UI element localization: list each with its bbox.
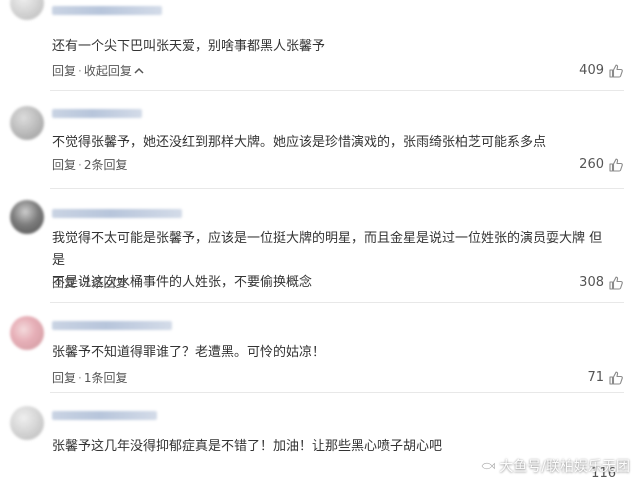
- comment-actions: 回复 · 收起回复: [52, 63, 144, 79]
- separator: ·: [78, 158, 82, 172]
- comment-text: 张馨予这几年没得抑郁症真是不错了！加油！让那些黑心喷子胡心吧: [52, 439, 443, 454]
- comment-text: 还有一个尖下巴叫张天爱，别啥事都黑人张馨予: [52, 39, 326, 54]
- comment-text: 不觉得张馨予，她还没红到那样大牌。她应该是珍惜演戏的，张雨绮张柏芝可能系多点: [52, 135, 547, 150]
- comment-divider: [50, 188, 624, 189]
- reply-button[interactable]: 回复: [52, 370, 76, 386]
- like-button[interactable]: 409: [579, 63, 624, 79]
- view-replies-button[interactable]: 1条回复: [84, 275, 128, 291]
- comment-item: 张馨予不知道得罪谁了？老遭黑。可怜的姑凉！ 回复 · 1条回复 71: [0, 304, 640, 396]
- like-count: 409: [579, 63, 604, 78]
- reply-button[interactable]: 回复: [52, 275, 76, 291]
- thumbs-up-icon: [609, 371, 623, 385]
- username[interactable]: [52, 411, 157, 420]
- separator: ·: [78, 371, 82, 385]
- username[interactable]: [52, 209, 182, 218]
- source-watermark: 大鱼号/联柏娱乐无团: [481, 456, 630, 476]
- like-button[interactable]: 71: [587, 370, 624, 386]
- comment-actions: 回复 · 1条回复: [52, 370, 127, 386]
- username[interactable]: [52, 321, 172, 330]
- like-button[interactable]: 308: [579, 275, 624, 291]
- like-count: 71: [587, 370, 604, 385]
- separator: ·: [78, 276, 82, 290]
- comment-divider: [50, 392, 624, 393]
- user-avatar[interactable]: [10, 406, 44, 440]
- user-avatar[interactable]: [10, 316, 44, 350]
- comment-divider: [50, 302, 624, 303]
- username[interactable]: [52, 109, 142, 118]
- chevron-up-icon: [134, 67, 144, 74]
- view-replies-button[interactable]: 1条回复: [84, 370, 128, 386]
- comment-item: 还有一个尖下巴叫张天爱，别啥事都黑人张馨予 回复 · 收起回复 409: [0, 0, 640, 86]
- comment-item: 我觉得不太可能是张馨予，应该是一位挺大牌的明星，而且金星是说过一位姓张的演员耍大…: [0, 190, 640, 302]
- thumbs-up-icon: [609, 158, 623, 172]
- view-replies-button[interactable]: 2条回复: [84, 157, 128, 173]
- collapse-replies-label: 收起回复: [83, 64, 132, 78]
- user-avatar[interactable]: [10, 200, 44, 234]
- reply-button[interactable]: 回复: [52, 63, 76, 79]
- fish-logo-icon: [481, 462, 496, 470]
- comment-text: 张馨予不知道得罪谁了？老遭黑。可怜的姑凉！: [52, 345, 326, 360]
- username[interactable]: [52, 6, 162, 15]
- comment-text: 我觉得不太可能是张馨予，应该是一位挺大牌的明星，而且金星是说过一位姓张的演员耍大…: [52, 231, 603, 290]
- thumbs-up-icon: [609, 64, 623, 78]
- user-avatar[interactable]: [10, 106, 44, 140]
- reply-button[interactable]: 回复: [52, 157, 76, 173]
- like-count: 260: [579, 157, 604, 172]
- comment-actions: 回复 · 2条回复: [52, 157, 127, 173]
- comment-actions: 回复 · 1条回复: [52, 275, 127, 291]
- watermark-text: 大鱼号/联柏娱乐无团: [499, 459, 630, 475]
- like-count: 308: [579, 275, 604, 290]
- separator: ·: [78, 64, 82, 78]
- like-button[interactable]: 260: [579, 157, 624, 173]
- comment-item: 不觉得张馨予，她还没红到那样大牌。她应该是珍惜演戏的，张雨绮张柏芝可能系多点 回…: [0, 92, 640, 188]
- thumbs-up-icon: [609, 276, 623, 290]
- user-avatar[interactable]: [10, 0, 44, 20]
- collapse-replies-button[interactable]: 收起回复: [84, 63, 144, 79]
- comment-divider: [50, 90, 624, 91]
